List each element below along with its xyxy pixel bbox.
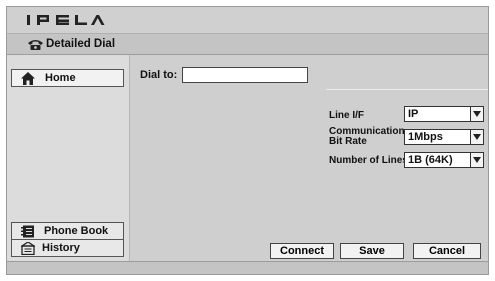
home-icon	[21, 72, 35, 85]
bit-rate-value: 1Mbps	[408, 131, 443, 143]
number-of-lines-value: 1B (64K)	[408, 154, 453, 166]
history-button-label: History	[42, 242, 80, 254]
phone-icon	[28, 40, 43, 50]
dropdown-arrow-icon[interactable]	[470, 107, 483, 121]
settings-panel: Line I/F IP Communication Bit Rate 1Mbps…	[326, 89, 488, 168]
page-title: Detailed Dial	[46, 38, 116, 50]
phone-book-icon	[21, 225, 34, 238]
dial-to-label: Dial to:	[140, 69, 178, 81]
home-button[interactable]: Home	[11, 69, 124, 87]
ipela-logo	[27, 15, 105, 25]
save-button[interactable]: Save	[340, 243, 404, 259]
connect-button[interactable]: Connect	[270, 243, 334, 259]
title-bar: Detailed Dial	[7, 33, 488, 55]
number-of-lines-label: Number of Lines	[329, 155, 408, 166]
dropdown-arrow-icon[interactable]	[470, 130, 483, 144]
line-if-value: IP	[408, 108, 419, 120]
phone-book-button-label: Phone Book	[44, 225, 109, 237]
line-if-select[interactable]: IP	[404, 106, 484, 122]
dropdown-arrow-icon[interactable]	[470, 153, 483, 167]
logo-bar	[7, 7, 488, 33]
line-if-label: Line I/F	[329, 110, 364, 121]
number-of-lines-select[interactable]: 1B (64K)	[404, 152, 484, 168]
detailed-dial-screen: Detailed Dial Home Phone Book History Di…	[6, 6, 489, 275]
history-button[interactable]: History	[11, 239, 124, 257]
sidebar: Home Phone Book History	[7, 55, 129, 261]
bit-rate-select[interactable]: 1Mbps	[404, 129, 484, 145]
main-panel: Dial to: Line I/F IP Communication Bit R…	[129, 55, 488, 261]
bit-rate-label-line2: Bit Rate	[329, 136, 367, 147]
cancel-button[interactable]: Cancel	[413, 243, 481, 259]
dial-to-input[interactable]	[182, 67, 308, 83]
history-icon	[21, 242, 35, 255]
phone-book-button[interactable]: Phone Book	[11, 222, 124, 240]
status-bar	[7, 261, 488, 274]
home-button-label: Home	[45, 72, 76, 84]
